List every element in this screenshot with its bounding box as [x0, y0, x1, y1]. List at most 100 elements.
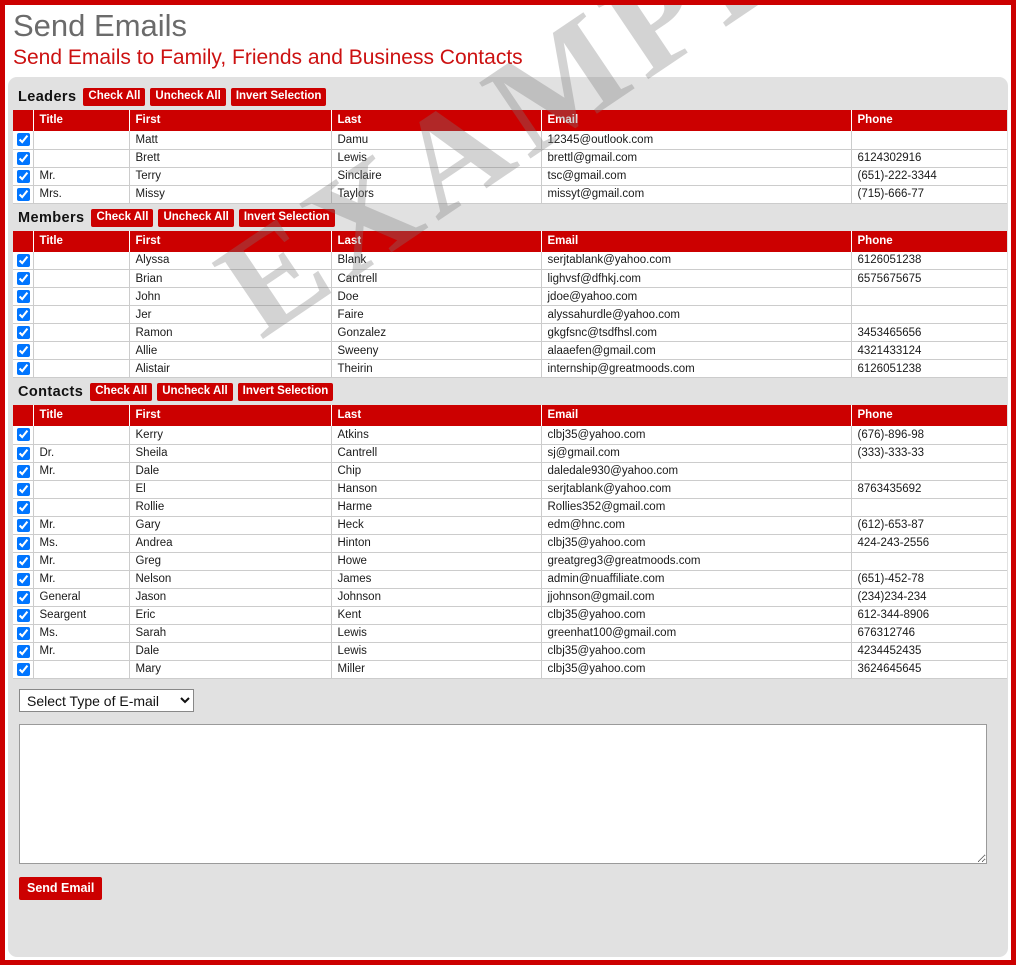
- row-select-checkbox[interactable]: [17, 555, 30, 568]
- mail-type-select[interactable]: Select Type of E-mail: [19, 689, 194, 712]
- column-header-last: Last: [331, 405, 541, 426]
- row-select-checkbox[interactable]: [17, 308, 30, 321]
- column-header-first: First: [129, 231, 331, 252]
- cell-title: [33, 360, 129, 378]
- cell-email: clbj35@yahoo.com: [541, 642, 851, 660]
- table-row: MaryMillerclbj35@yahoo.com3624645645: [13, 660, 1007, 678]
- row-checkbox-cell: [13, 498, 33, 516]
- row-select-checkbox[interactable]: [17, 465, 30, 478]
- row-checkbox-cell: [13, 426, 33, 444]
- row-checkbox-cell: [13, 185, 33, 203]
- uncheck-all-button-contacts[interactable]: Uncheck All: [157, 383, 232, 401]
- table-row: Mr.GaryHeckedm@hnc.com(612)-653-87: [13, 516, 1007, 534]
- cell-last: Taylors: [331, 185, 541, 203]
- check-all-button-contacts[interactable]: Check All: [90, 383, 152, 401]
- row-select-checkbox[interactable]: [17, 483, 30, 496]
- row-checkbox-cell: [13, 167, 33, 185]
- message-body-row: [13, 718, 1003, 864]
- column-header-select: [13, 231, 33, 252]
- row-select-checkbox[interactable]: [17, 344, 30, 357]
- row-select-checkbox[interactable]: [17, 609, 30, 622]
- column-header-last: Last: [331, 231, 541, 252]
- row-select-checkbox[interactable]: [17, 326, 30, 339]
- cell-title: [33, 480, 129, 498]
- table-row: BrettLewisbrettl@gmail.com6124302916: [13, 149, 1007, 167]
- column-header-select: [13, 110, 33, 131]
- row-select-checkbox[interactable]: [17, 663, 30, 676]
- send-email-row: Send Email: [13, 864, 1003, 908]
- row-select-checkbox[interactable]: [17, 362, 30, 375]
- row-checkbox-cell: [13, 642, 33, 660]
- row-select-checkbox[interactable]: [17, 645, 30, 658]
- cell-email: tsc@gmail.com: [541, 167, 851, 185]
- row-select-checkbox[interactable]: [17, 152, 30, 165]
- row-select-checkbox[interactable]: [17, 447, 30, 460]
- table-row: JerFairealyssahurdle@yahoo.com: [13, 306, 1007, 324]
- mail-type-row: Select Type of E-mail: [13, 679, 1003, 718]
- section-members: MembersCheck AllUncheck AllInvert Select…: [13, 204, 1003, 379]
- table-row: Ms.SarahLewisgreenhat100@gmail.com676312…: [13, 624, 1007, 642]
- row-select-checkbox[interactable]: [17, 272, 30, 285]
- cell-first: Rollie: [129, 498, 331, 516]
- cell-last: Cantrell: [331, 444, 541, 462]
- cell-email: alyssahurdle@yahoo.com: [541, 306, 851, 324]
- row-select-checkbox[interactable]: [17, 519, 30, 532]
- table-row: Ms.AndreaHintonclbj35@yahoo.com424-243-2…: [13, 534, 1007, 552]
- row-checkbox-cell: [13, 462, 33, 480]
- row-select-checkbox[interactable]: [17, 133, 30, 146]
- cell-phone: [851, 462, 1007, 480]
- invert-selection-button-contacts[interactable]: Invert Selection: [238, 383, 334, 401]
- check-all-button-leaders[interactable]: Check All: [83, 88, 145, 106]
- row-select-checkbox[interactable]: [17, 254, 30, 267]
- check-all-button-members[interactable]: Check All: [91, 209, 153, 227]
- table-contacts: TitleFirstLastEmailPhoneKerryAtkinsclbj3…: [13, 405, 1007, 679]
- send-email-button[interactable]: Send Email: [19, 877, 102, 900]
- cell-title: Mr.: [33, 516, 129, 534]
- uncheck-all-button-members[interactable]: Uncheck All: [158, 209, 233, 227]
- table-header-row: TitleFirstLastEmailPhone: [13, 110, 1007, 131]
- cell-title: Mr.: [33, 462, 129, 480]
- row-select-checkbox[interactable]: [17, 573, 30, 586]
- cell-title: [33, 131, 129, 149]
- cell-phone: 6126051238: [851, 252, 1007, 270]
- cell-title: [33, 324, 129, 342]
- row-select-checkbox[interactable]: [17, 537, 30, 550]
- row-select-checkbox[interactable]: [17, 501, 30, 514]
- invert-selection-button-leaders[interactable]: Invert Selection: [231, 88, 327, 106]
- uncheck-all-button-leaders[interactable]: Uncheck All: [150, 88, 225, 106]
- row-checkbox-cell: [13, 342, 33, 360]
- section-title-contacts: Contacts: [18, 384, 83, 400]
- cell-email: gkgfsnc@tsdfhsl.com: [541, 324, 851, 342]
- cell-last: Gonzalez: [331, 324, 541, 342]
- invert-selection-button-members[interactable]: Invert Selection: [239, 209, 335, 227]
- row-select-checkbox[interactable]: [17, 290, 30, 303]
- row-select-checkbox[interactable]: [17, 170, 30, 183]
- row-checkbox-cell: [13, 534, 33, 552]
- row-select-checkbox[interactable]: [17, 627, 30, 640]
- cell-email: lighvsf@dfhkj.com: [541, 270, 851, 288]
- cell-title: [33, 426, 129, 444]
- cell-title: Mr.: [33, 642, 129, 660]
- row-select-checkbox[interactable]: [17, 591, 30, 604]
- cell-last: Atkins: [331, 426, 541, 444]
- cell-last: Johnson: [331, 588, 541, 606]
- cell-title: Ms.: [33, 534, 129, 552]
- cell-first: Missy: [129, 185, 331, 203]
- cell-phone: 4234452435: [851, 642, 1007, 660]
- table-row: RollieHarmeRollies352@gmail.com: [13, 498, 1007, 516]
- cell-last: Kent: [331, 606, 541, 624]
- cell-title: [33, 498, 129, 516]
- row-select-checkbox[interactable]: [17, 188, 30, 201]
- cell-email: internship@greatmoods.com: [541, 360, 851, 378]
- table-row: Mr.GregHowegreatgreg3@greatmoods.com: [13, 552, 1007, 570]
- cell-phone: (651)-452-78: [851, 570, 1007, 588]
- row-checkbox-cell: [13, 606, 33, 624]
- cell-first: Nelson: [129, 570, 331, 588]
- message-body-textarea[interactable]: [19, 724, 987, 864]
- cell-title: [33, 288, 129, 306]
- row-select-checkbox[interactable]: [17, 428, 30, 441]
- cell-phone: [851, 131, 1007, 149]
- cell-last: Blank: [331, 252, 541, 270]
- cell-title: [33, 270, 129, 288]
- cell-title: General: [33, 588, 129, 606]
